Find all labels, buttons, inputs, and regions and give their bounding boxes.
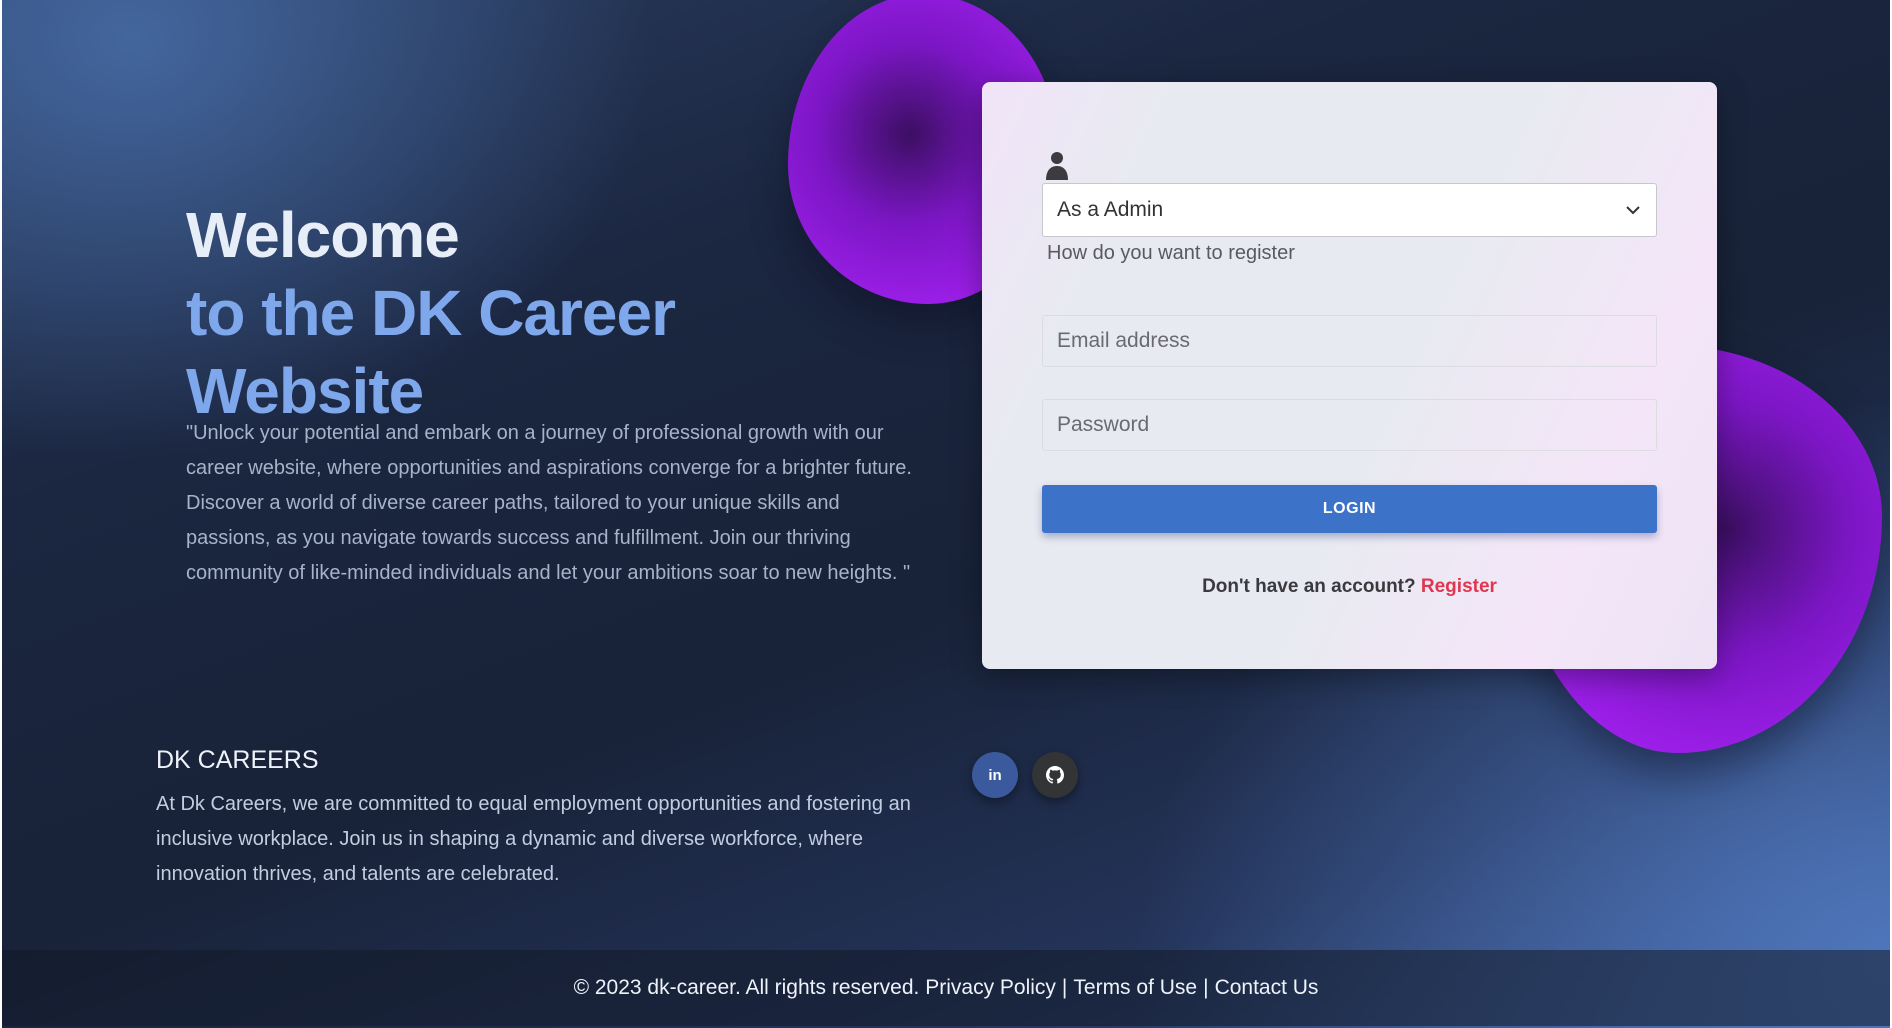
page: Welcome to the DK Career Website "Unlock… (0, 0, 1892, 1028)
about-section: DK CAREERS At Dk Careers, we are committ… (156, 746, 936, 892)
about-title: DK CAREERS (156, 746, 319, 774)
hero-title: Welcome (186, 199, 460, 271)
linkedin-icon: in (988, 766, 1002, 784)
register-prompt: Don't have an account? (1202, 576, 1416, 597)
footer-bar: © 2023 dk-career. All rights reserved. P… (2, 950, 1890, 1026)
footer-separator: | (1203, 976, 1209, 999)
register-prompt-line: Don't have an account? Register (982, 576, 1717, 598)
hero-subtitle: to the DK Career Website (186, 277, 676, 427)
terms-of-use-link[interactable]: Terms of Use (1073, 976, 1197, 1000)
hero-quote: "Unlock your potential and embark on a j… (186, 422, 912, 584)
role-select-helper: How do you want to register (1047, 242, 1295, 264)
social-links: in (972, 752, 1078, 798)
password-field[interactable] (1042, 399, 1657, 451)
role-select-value: As a Admin (1057, 198, 1164, 221)
register-link[interactable]: Register (1421, 576, 1497, 597)
about-text: At Dk Careers, we are committed to equal… (156, 793, 911, 885)
github-icon (1046, 766, 1064, 784)
chevron-down-icon (1626, 206, 1640, 215)
login-card: As a Admin How do you want to register L… (982, 82, 1717, 669)
github-button[interactable] (1032, 752, 1078, 798)
email-field[interactable] (1042, 315, 1657, 367)
role-select[interactable]: As a Admin (1042, 183, 1657, 237)
footer-copyright: © 2023 dk-career. All rights reserved. (573, 976, 920, 999)
contact-us-link[interactable]: Contact Us (1215, 976, 1319, 1000)
footer-separator: | (1061, 976, 1068, 999)
login-button[interactable]: LOGIN (1042, 485, 1657, 533)
hero-heading: Welcome to the DK Career Website (186, 196, 926, 430)
privacy-policy-link[interactable]: Privacy Policy (925, 976, 1056, 1000)
linkedin-button[interactable]: in (972, 752, 1018, 798)
user-icon (1046, 152, 1068, 180)
